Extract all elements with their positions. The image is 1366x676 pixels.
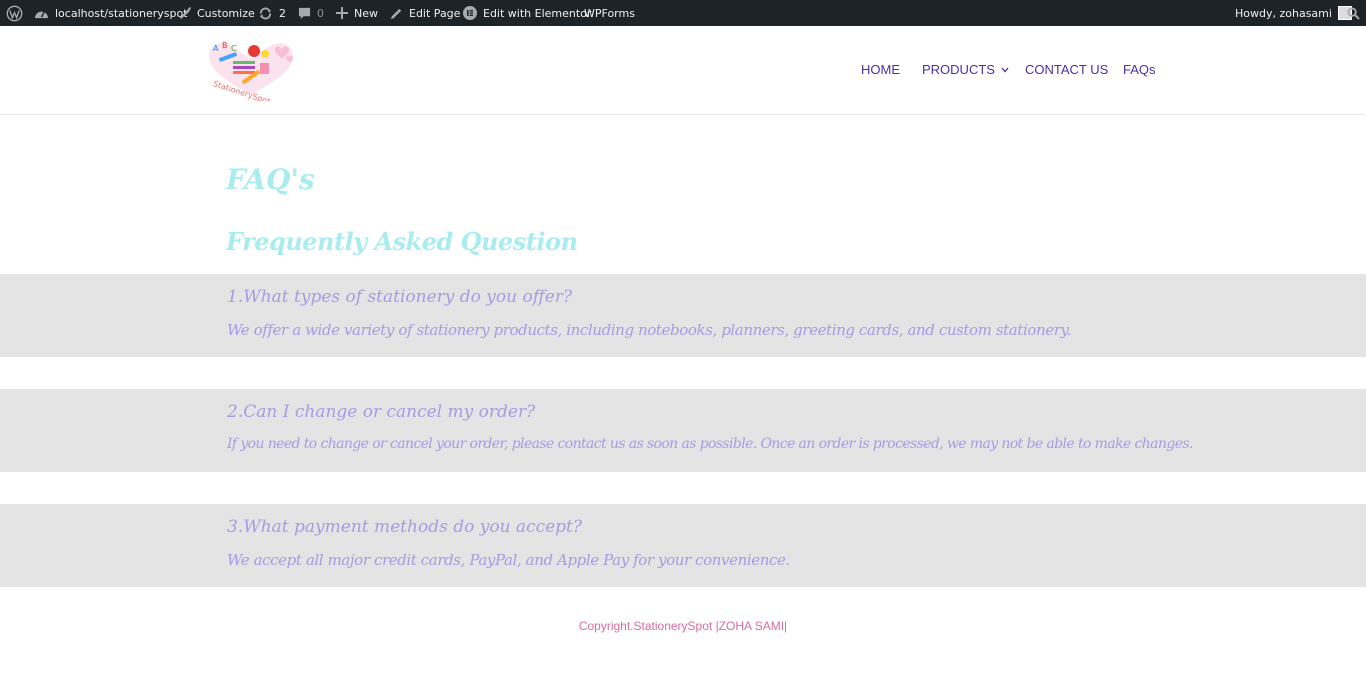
- nav-faqs-label: FAQs: [1123, 62, 1156, 77]
- nav-home-label: HOME: [861, 62, 900, 77]
- new-content-link[interactable]: New: [336, 0, 378, 26]
- plus-icon: [336, 7, 348, 19]
- nav-home[interactable]: HOME: [861, 62, 900, 77]
- nav-contact-label: CONTACT US: [1025, 62, 1109, 77]
- edit-with-elementor-link[interactable]: Edit with Elementor: [463, 0, 591, 26]
- brush-icon: [178, 6, 192, 20]
- howdy-label: Howdy, zohasami: [1235, 6, 1332, 20]
- footer-copyright: Copyright.StationerySpot |ZOHA SAMI|: [578, 619, 788, 633]
- faq-question: 1.What types of stationery do you offer?: [227, 287, 573, 307]
- wpforms-link[interactable]: WPForms: [584, 0, 635, 26]
- faq-item: 2.Can I change or cancel my order? If yo…: [0, 389, 1366, 472]
- updates-link[interactable]: 2: [258, 0, 286, 26]
- faq-answer: We accept all major credit cards, PayPal…: [227, 551, 790, 569]
- comment-icon: [298, 7, 311, 20]
- edit-elementor-label: Edit with Elementor: [483, 6, 592, 20]
- chevron-down-icon: [1001, 67, 1009, 73]
- comments-link[interactable]: 0: [298, 0, 324, 26]
- elementor-icon: [463, 6, 477, 20]
- svg-text:A: A: [213, 44, 219, 53]
- nav-faqs[interactable]: FAQs: [1123, 62, 1156, 77]
- wordpress-icon: [6, 5, 23, 22]
- dashboard-icon: [34, 7, 49, 20]
- site-url-label: localhost/stationeryspot: [55, 6, 188, 20]
- customize-link[interactable]: Customize: [178, 0, 255, 26]
- svg-text:C: C: [231, 44, 237, 53]
- edit-page-link[interactable]: Edit Page: [390, 0, 460, 26]
- new-label: New: [354, 6, 378, 20]
- site-logo[interactable]: A B C StationerySpot: [205, 39, 297, 106]
- updates-count: 2: [279, 6, 286, 20]
- faq-question: 2.Can I change or cancel my order?: [227, 402, 536, 422]
- nav-products[interactable]: PRODUCTS: [922, 62, 1009, 77]
- svg-text:B: B: [222, 41, 228, 50]
- site-name-link[interactable]: localhost/stationeryspot: [34, 0, 188, 26]
- site-header: A B C StationerySpot HOME PRODUCTS CONTA…: [0, 26, 1366, 115]
- wordpress-logo-button[interactable]: [6, 0, 23, 26]
- admin-search-button[interactable]: [1347, 0, 1360, 26]
- nav-products-label: PRODUCTS: [922, 62, 995, 77]
- search-icon: [1347, 6, 1360, 20]
- faq-answer: If you need to change or cancel your ord…: [227, 436, 1193, 452]
- wpforms-label: WPForms: [584, 6, 635, 20]
- faq-item: 3.What payment methods do you accept? We…: [0, 504, 1366, 587]
- faq-item: 1.What types of stationery do you offer?…: [0, 274, 1366, 357]
- admin-bar: localhost/stationeryspot Customize 2 0 N…: [0, 0, 1366, 26]
- page-title: FAQ's: [226, 163, 315, 196]
- edit-page-label: Edit Page: [409, 6, 461, 20]
- customize-label: Customize: [197, 6, 255, 20]
- faq-question: 3.What payment methods do you accept?: [227, 517, 582, 537]
- faq-answer: We offer a wide variety of stationery pr…: [227, 321, 1071, 339]
- pencil-icon: [390, 7, 403, 20]
- nav-contact-us[interactable]: CONTACT US: [1025, 62, 1108, 77]
- comments-count: 0: [317, 6, 324, 20]
- user-account-menu[interactable]: Howdy, zohasami: [1235, 0, 1352, 26]
- page-subtitle: Frequently Asked Question: [226, 227, 578, 256]
- updates-icon: [258, 6, 273, 21]
